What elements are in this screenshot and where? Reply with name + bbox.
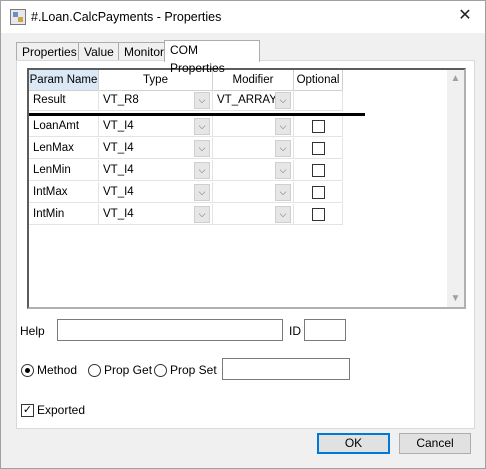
help-input[interactable] [57, 319, 283, 341]
app-icon [10, 9, 26, 25]
modifier-dropdown-icon[interactable]: ⌵ [275, 92, 291, 109]
grid-body: Param Name Type Modifier Optional Result… [29, 70, 444, 307]
properties-dialog: #.Loan.CalcPayments - Properties ✕ Prope… [0, 0, 486, 469]
param-name-cell[interactable]: IntMax [29, 182, 99, 203]
optional-cell [294, 90, 343, 111]
tab-value[interactable]: Value [78, 42, 120, 61]
exported-label[interactable]: Exported [37, 403, 85, 417]
exported-checkbox[interactable]: ✓ [21, 404, 34, 417]
method-radio[interactable] [21, 364, 34, 377]
modifier-dropdown-icon[interactable]: ⌵ [275, 118, 291, 135]
method-label[interactable]: Method [37, 363, 77, 377]
param-name-cell[interactable]: Result [29, 90, 99, 111]
optional-checkbox[interactable] [312, 120, 325, 133]
ok-button[interactable]: OK [317, 433, 390, 454]
column-header-modifier[interactable]: Modifier [213, 70, 294, 91]
close-icon[interactable]: ✕ [455, 6, 475, 26]
optional-checkbox[interactable] [312, 164, 325, 177]
help-label: Help [20, 324, 45, 338]
type-dropdown-icon[interactable]: ⌵ [194, 206, 210, 223]
prop-get-label[interactable]: Prop Get [104, 363, 152, 377]
optional-checkbox[interactable] [312, 142, 325, 155]
modifier-dropdown-icon[interactable]: ⌵ [275, 140, 291, 157]
tab-monitor[interactable]: Monitor [118, 42, 170, 61]
param-name-cell[interactable]: IntMin [29, 204, 99, 225]
prop-set-input[interactable] [222, 358, 350, 380]
type-dropdown-icon[interactable]: ⌵ [194, 184, 210, 201]
optional-checkbox[interactable] [312, 186, 325, 199]
param-name-cell[interactable]: LenMin [29, 160, 99, 181]
id-label: ID [289, 324, 301, 338]
column-header-optional[interactable]: Optional [294, 70, 343, 91]
prop-set-radio[interactable] [154, 364, 167, 377]
modifier-dropdown-icon[interactable]: ⌵ [275, 184, 291, 201]
param-name-cell[interactable]: LoanAmt [29, 116, 99, 137]
scroll-down-icon[interactable]: ▼ [447, 290, 464, 307]
window-title: #.Loan.CalcPayments - Properties [31, 10, 222, 24]
type-dropdown-icon[interactable]: ⌵ [194, 92, 210, 109]
cancel-button[interactable]: Cancel [399, 433, 471, 454]
column-header-param-name[interactable]: Param Name [29, 70, 99, 91]
optional-checkbox[interactable] [312, 208, 325, 221]
param-name-cell[interactable]: LenMax [29, 138, 99, 159]
prop-get-radio[interactable] [88, 364, 101, 377]
modifier-dropdown-icon[interactable]: ⌵ [275, 206, 291, 223]
title-bar: #.Loan.CalcPayments - Properties ✕ [1, 1, 485, 33]
vertical-scrollbar[interactable]: ▲ ▼ [447, 70, 464, 307]
com-properties-panel: Param Name Type Modifier Optional Result… [16, 60, 475, 429]
scroll-up-icon[interactable]: ▲ [447, 70, 464, 87]
type-dropdown-icon[interactable]: ⌵ [194, 162, 210, 179]
id-input[interactable] [304, 319, 346, 341]
tab-com-properties[interactable]: COM Properties [164, 40, 260, 75]
modifier-dropdown-icon[interactable]: ⌵ [275, 162, 291, 179]
type-dropdown-icon[interactable]: ⌵ [194, 140, 210, 157]
parameter-grid: Param Name Type Modifier Optional Result… [27, 68, 466, 309]
tab-properties[interactable]: Properties [16, 42, 80, 61]
type-dropdown-icon[interactable]: ⌵ [194, 118, 210, 135]
row-separator-line [29, 113, 365, 116]
prop-set-label[interactable]: Prop Set [170, 363, 217, 377]
